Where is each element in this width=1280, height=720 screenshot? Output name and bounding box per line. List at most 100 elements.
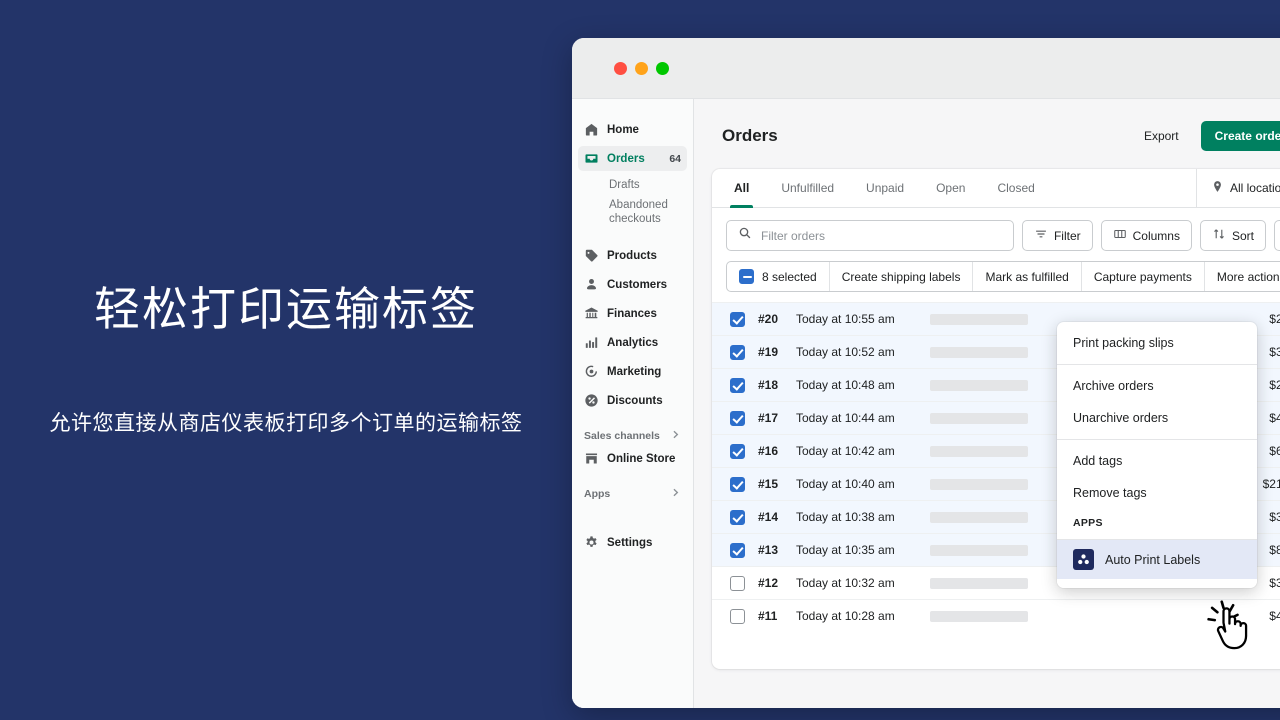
sidebar-group-sales-channels[interactable]: Sales channels bbox=[584, 429, 681, 443]
row-checkbox[interactable] bbox=[730, 443, 745, 459]
export-button[interactable]: Export bbox=[1134, 122, 1189, 150]
sidebar-item-orders[interactable]: Orders 64 bbox=[578, 146, 687, 171]
more-options-button[interactable] bbox=[1274, 220, 1280, 251]
search-field[interactable] bbox=[726, 220, 1014, 251]
row-checkbox[interactable] bbox=[730, 311, 745, 327]
capture-payments-button[interactable]: Capture payments bbox=[1082, 262, 1205, 291]
promo-panel: 轻松打印运输标签 允许您直接从商店仪表板打印多个订单的运输标签 bbox=[0, 0, 572, 720]
row-checkbox[interactable] bbox=[730, 542, 745, 558]
search-input[interactable] bbox=[761, 228, 1002, 243]
create-order-button[interactable]: Create order bbox=[1200, 121, 1280, 151]
table-row[interactable]: #11 Today at 10:28 am $49.90 bbox=[712, 599, 1280, 632]
bulk-actions-bar: 8 selected Create shipping labels Mark a… bbox=[726, 261, 1280, 292]
menu-item-print-packing-slips[interactable]: Print packing slips bbox=[1057, 327, 1257, 359]
orders-icon bbox=[584, 151, 599, 166]
sidebar-item-online-store-label: Online Store bbox=[607, 452, 676, 465]
columns-button[interactable]: Columns bbox=[1100, 220, 1192, 251]
row-checkbox[interactable] bbox=[730, 344, 745, 360]
sidebar-item-abandoned-checkouts[interactable]: Abandoned checkouts bbox=[578, 195, 687, 229]
menu-item-unarchive-orders[interactable]: Unarchive orders bbox=[1057, 402, 1257, 434]
order-amount: $69.74 bbox=[1269, 444, 1280, 458]
tab-unpaid[interactable]: Unpaid bbox=[850, 169, 920, 207]
filter-button[interactable]: Filter bbox=[1021, 220, 1093, 251]
sidebar-item-customers[interactable]: Customers bbox=[578, 272, 687, 297]
sidebar-item-discounts-label: Discounts bbox=[607, 394, 663, 407]
menu-item-add-tags[interactable]: Add tags bbox=[1057, 445, 1257, 477]
person-icon bbox=[584, 277, 599, 292]
customer-name-redacted bbox=[930, 511, 1028, 523]
order-id: #15 bbox=[758, 477, 779, 491]
chevron-right-icon bbox=[670, 429, 681, 443]
discount-icon bbox=[584, 393, 599, 408]
order-time: Today at 10:44 am bbox=[796, 411, 895, 425]
menu-section-apps-heading: APPS bbox=[1073, 517, 1103, 529]
row-checkbox[interactable] bbox=[730, 377, 745, 393]
menu-divider bbox=[1057, 364, 1257, 365]
order-time: Today at 10:38 am bbox=[796, 510, 895, 524]
sidebar-item-customers-label: Customers bbox=[607, 278, 668, 291]
order-id: #17 bbox=[758, 411, 779, 425]
order-amount: $49.90 bbox=[1269, 609, 1280, 623]
all-locations-selector[interactable]: All locations bbox=[1195, 169, 1280, 207]
promo-headline: 轻松打印运输标签 bbox=[94, 282, 478, 335]
tab-unfulfilled[interactable]: Unfulfilled bbox=[765, 169, 850, 207]
page-header: Orders Export Create order bbox=[694, 99, 1280, 151]
row-checkbox[interactable] bbox=[730, 608, 745, 624]
sidebar-item-analytics[interactable]: Analytics bbox=[578, 330, 687, 355]
marketing-icon bbox=[584, 364, 599, 379]
sidebar-item-products[interactable]: Products bbox=[578, 243, 687, 268]
order-amount: $39.74 bbox=[1269, 576, 1280, 590]
select-all-checkbox[interactable] bbox=[739, 269, 754, 284]
menu-item-archive-orders[interactable]: Archive orders bbox=[1057, 370, 1257, 402]
row-checkbox[interactable] bbox=[730, 410, 745, 426]
order-id: #13 bbox=[758, 543, 779, 557]
menu-item-auto-print-labels[interactable]: Auto Print Labels bbox=[1057, 540, 1257, 579]
sidebar-item-marketing[interactable]: Marketing bbox=[578, 359, 687, 384]
order-status-tabs: All Unfulfilled Unpaid Open Closed bbox=[712, 169, 1196, 208]
sort-button-label: Sort bbox=[1231, 228, 1254, 243]
sidebar-item-analytics-label: Analytics bbox=[607, 336, 659, 349]
tab-closed[interactable]: Closed bbox=[981, 169, 1050, 207]
tab-open[interactable]: Open bbox=[920, 169, 981, 207]
order-id: #11 bbox=[758, 609, 778, 623]
auto-print-labels-app-icon bbox=[1073, 549, 1094, 570]
tab-all[interactable]: All bbox=[718, 169, 765, 208]
menu-item-remove-tags[interactable]: Remove tags bbox=[1057, 477, 1257, 509]
order-time: Today at 10:28 am bbox=[796, 609, 895, 623]
bar-chart-icon bbox=[584, 335, 599, 350]
select-all-segment[interactable]: 8 selected bbox=[727, 262, 830, 291]
order-amount: $43.34 bbox=[1269, 411, 1280, 425]
mark-as-fulfilled-button[interactable]: Mark as fulfilled bbox=[973, 262, 1082, 291]
sidebar-item-finances[interactable]: Finances bbox=[578, 301, 687, 326]
row-checkbox[interactable] bbox=[730, 509, 745, 525]
row-checkbox[interactable] bbox=[730, 575, 745, 591]
sidebar-item-drafts[interactable]: Drafts bbox=[578, 175, 687, 195]
more-actions-button[interactable]: More actions bbox=[1205, 262, 1280, 291]
create-shipping-labels-button[interactable]: Create shipping labels bbox=[830, 262, 974, 291]
sort-button[interactable]: Sort bbox=[1199, 220, 1266, 251]
screenshot-root: 轻松打印运输标签 允许您直接从商店仪表板打印多个订单的运输标签 Home Ord… bbox=[0, 0, 1280, 720]
columns-button-label: Columns bbox=[1132, 228, 1180, 243]
customer-name-redacted bbox=[930, 379, 1028, 391]
sidebar-item-settings[interactable]: Settings bbox=[578, 530, 687, 555]
sidebar-item-home[interactable]: Home bbox=[578, 117, 687, 142]
tag-icon bbox=[584, 248, 599, 263]
apps-label: Apps bbox=[584, 488, 611, 500]
order-id: #19 bbox=[758, 345, 779, 359]
order-id: #14 bbox=[758, 510, 779, 524]
sidebar-item-orders-label: Orders bbox=[607, 152, 645, 165]
sidebar-item-online-store[interactable]: Online Store bbox=[578, 446, 687, 471]
sidebar-item-discounts[interactable]: Discounts bbox=[578, 388, 687, 413]
order-amount: $39.90 bbox=[1269, 345, 1280, 359]
maximize-window-button[interactable] bbox=[656, 61, 669, 75]
menu-divider bbox=[1057, 439, 1257, 440]
order-time: Today at 10:35 am bbox=[796, 543, 895, 557]
filter-row: Filter Columns Sort bbox=[712, 208, 1280, 261]
minimize-window-button[interactable] bbox=[635, 61, 648, 75]
row-checkbox[interactable] bbox=[730, 476, 745, 492]
sidebar-item-home-label: Home bbox=[607, 123, 639, 136]
customer-name-redacted bbox=[930, 346, 1028, 358]
sidebar-group-apps[interactable]: Apps bbox=[584, 487, 681, 501]
close-window-button[interactable] bbox=[614, 61, 627, 75]
store-icon bbox=[584, 451, 599, 466]
